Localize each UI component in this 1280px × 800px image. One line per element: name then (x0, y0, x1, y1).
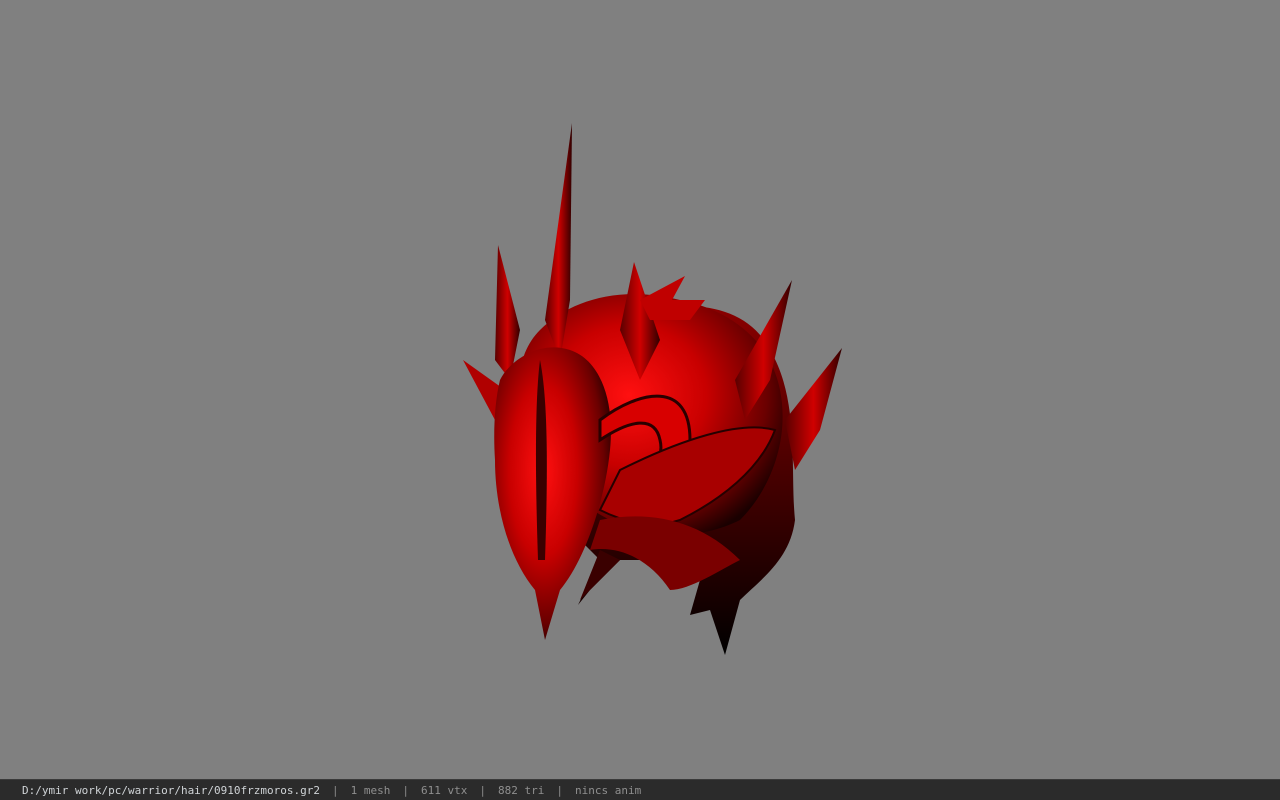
separator: | (402, 783, 410, 797)
helmet-spike-left (495, 245, 520, 380)
anim-status-label: nincs anim (574, 783, 642, 797)
separator: | (479, 783, 486, 797)
separator: | (556, 783, 563, 797)
helmet-spike-right (785, 348, 842, 470)
helmet-lower-spike (580, 550, 620, 600)
status-bar: D:/ymir work/pc/warrior/hair/0910frzmoro… (0, 779, 1280, 800)
helmet-face-mask (494, 347, 611, 640)
separator: | (332, 783, 339, 797)
helmet-model (463, 123, 842, 655)
vertex-count-label: 611 vtx (421, 783, 468, 797)
mesh-count-label: 1 mesh (350, 783, 391, 797)
triangle-count-label: 882 tri (498, 783, 545, 797)
file-path-label: D:/ymir work/pc/warrior/hair/0910frzmoro… (22, 783, 321, 797)
3d-viewport[interactable] (0, 0, 1280, 779)
